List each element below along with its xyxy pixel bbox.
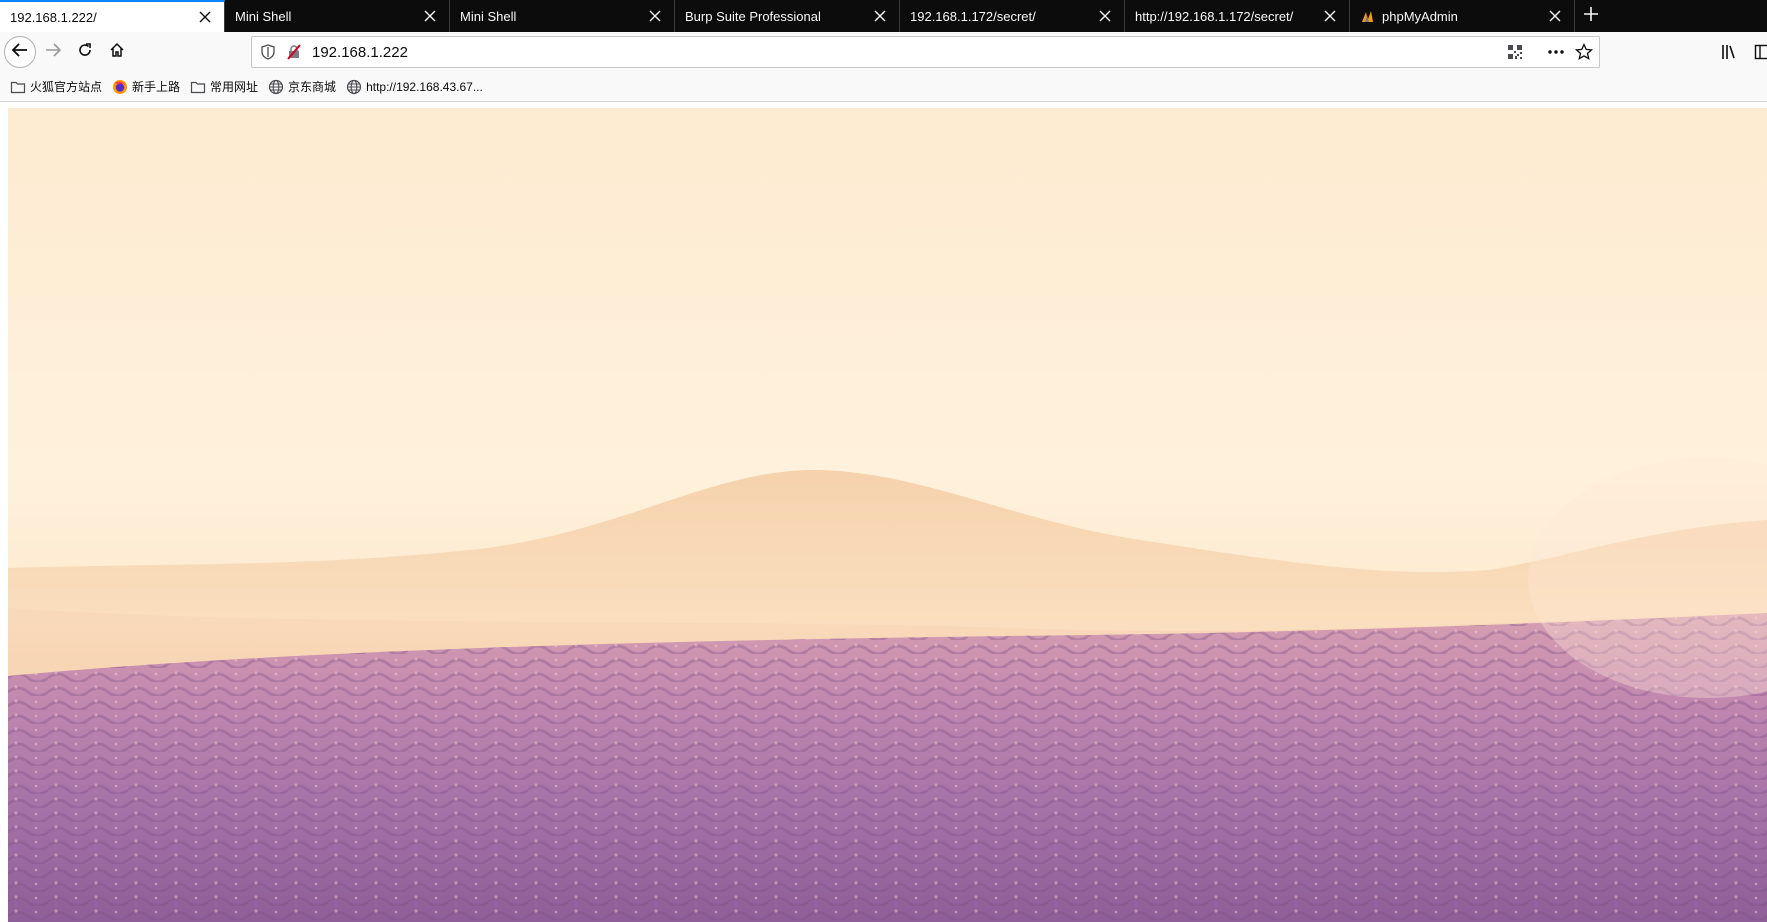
bookmark-label: 常用网址 <box>210 80 259 94</box>
bookmark-folder-common-sites[interactable]: 常用网址 <box>190 78 258 95</box>
reload-button[interactable] <box>70 37 100 67</box>
page-actions-menu-icon[interactable] <box>1547 44 1565 60</box>
navigation-toolbar: 192.168.1.222 <box>0 32 1767 72</box>
folder-icon <box>10 79 26 95</box>
address-bar[interactable]: 192.168.1.222 <box>251 36 1600 68</box>
bookmark-getting-started[interactable]: 新手上路 <box>112 78 180 95</box>
bookmark-192-168-43-67[interactable]: http://192.168.43.67... <box>346 79 483 95</box>
plus-icon <box>1584 6 1598 26</box>
tab-title: Burp Suite Professional <box>685 8 821 24</box>
insecure-connection-icon[interactable] <box>286 44 302 60</box>
bookmark-label: http://192.168.43.67... <box>366 79 483 94</box>
arrow-right-icon <box>44 41 62 64</box>
library-icon[interactable] <box>1720 43 1738 61</box>
home-button[interactable] <box>102 37 132 67</box>
globe-icon <box>268 79 284 95</box>
tab-burp-suite[interactable]: Burp Suite Professional <box>675 0 900 32</box>
folder-icon <box>190 79 206 95</box>
bookmark-label: 新手上路 <box>132 80 181 94</box>
bookmark-jd-mall[interactable]: 京东商城 <box>268 78 336 95</box>
close-icon[interactable] <box>646 7 664 25</box>
forward-button[interactable] <box>38 37 68 67</box>
bookmark-folder-firefox-official[interactable]: 火狐官方站点 <box>10 78 102 95</box>
globe-icon <box>346 79 362 95</box>
tab-title: 192.168.1.172/secret/ <box>910 8 1036 24</box>
page-content <box>0 102 1767 922</box>
tab-phpmyadmin[interactable]: phpMyAdmin <box>1350 0 1575 32</box>
firefox-icon <box>112 79 128 95</box>
close-icon[interactable] <box>1546 7 1564 25</box>
tab-title: http://192.168.1.172/secret/ <box>1135 8 1294 24</box>
tab-title: Mini Shell <box>235 8 292 24</box>
lavender-field-background-image <box>8 108 1767 922</box>
bookmarks-toolbar: 火狐官方站点 新手上路 常用网址 京东商城 http://192.168.43.… <box>0 72 1767 102</box>
bookmark-label: 京东商城 <box>288 80 337 94</box>
back-button[interactable] <box>4 36 36 68</box>
reload-icon <box>77 42 93 63</box>
tracking-protection-shield-icon[interactable] <box>260 44 276 60</box>
close-icon[interactable] <box>1096 7 1114 25</box>
url-text[interactable]: 192.168.1.222 <box>312 44 1507 61</box>
sidebar-icon[interactable] <box>1754 43 1767 61</box>
tab-mini-shell-2[interactable]: Mini Shell <box>450 0 675 32</box>
phpmyadmin-icon <box>1360 8 1376 24</box>
tab-mini-shell-1[interactable]: Mini Shell <box>225 0 450 32</box>
bookmark-star-icon[interactable] <box>1574 42 1594 61</box>
close-icon[interactable] <box>1321 7 1339 25</box>
qr-code-icon[interactable] <box>1507 44 1523 60</box>
home-icon <box>109 42 125 63</box>
tab-title: phpMyAdmin <box>1382 8 1458 24</box>
tab-192-168-1-222[interactable]: 192.168.1.222/ <box>0 0 225 32</box>
tab-strip: 192.168.1.222/ Mini Shell Mini Shell Bur… <box>0 0 1767 32</box>
arrow-left-icon <box>11 41 29 64</box>
bookmark-label: 火狐官方站点 <box>30 80 103 94</box>
close-icon[interactable] <box>421 7 439 25</box>
tab-title: Mini Shell <box>460 8 517 24</box>
tab-secret-1[interactable]: 192.168.1.172/secret/ <box>900 0 1125 32</box>
tab-title: 192.168.1.222/ <box>10 9 97 25</box>
tab-secret-2[interactable]: http://192.168.1.172/secret/ <box>1125 0 1350 32</box>
new-tab-button[interactable] <box>1575 0 1607 32</box>
close-icon[interactable] <box>871 7 889 25</box>
close-icon[interactable] <box>196 8 214 26</box>
